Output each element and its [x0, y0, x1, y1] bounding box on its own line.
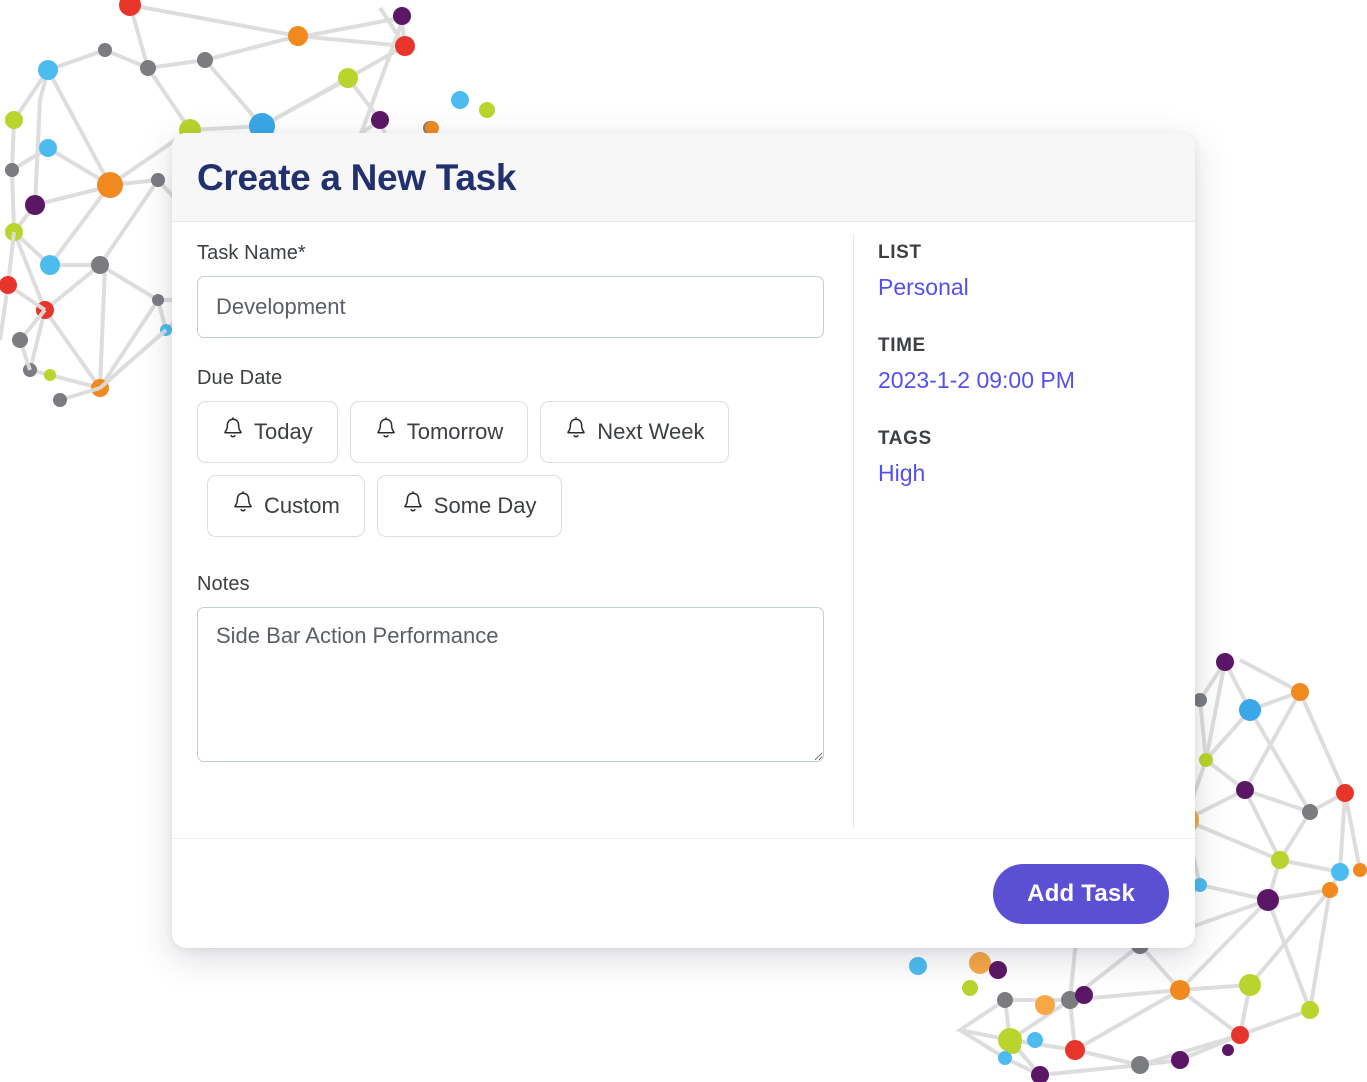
task-name-label: Task Name*: [197, 242, 306, 264]
dialog-footer: Add Task: [172, 838, 1195, 948]
due-date-options-row-2: Custom Some Day: [197, 475, 823, 537]
due-date-tomorrow-button[interactable]: Tomorrow: [349, 401, 529, 463]
mesh-loose-dots: [909, 952, 1093, 1054]
list-label: LIST: [878, 242, 922, 263]
bell-icon: [232, 491, 254, 521]
bell-icon: [565, 417, 587, 447]
due-date-next-week-label: Next Week: [597, 419, 705, 444]
due-date-tomorrow-label: Tomorrow: [406, 419, 504, 444]
due-date-custom-label: Custom: [264, 493, 340, 518]
due-date-today-label: Today: [254, 419, 313, 444]
dialog-header: Create a New Task: [172, 133, 1195, 222]
due-date-some-day-label: Some Day: [433, 493, 537, 518]
due-date-today-button[interactable]: Today: [197, 401, 338, 463]
tags-label: TAGS: [878, 428, 932, 449]
mesh-lines-left-lower: [0, 231, 168, 402]
due-date-next-week-button[interactable]: Next Week: [540, 401, 730, 463]
mesh-node: [0, 276, 17, 294]
page-title: Create a New Task: [197, 156, 517, 198]
task-meta-panel: LIST Personal TIME 2023-1-2 09:00 PM TAG…: [854, 222, 1195, 838]
due-date-some-day-button[interactable]: Some Day: [376, 475, 562, 537]
due-date-label: Due Date: [197, 367, 283, 389]
list-value[interactable]: Personal: [878, 274, 1195, 301]
dialog-body: Task Name* Due Date Today: [172, 222, 1195, 838]
tags-value[interactable]: High: [878, 460, 1195, 487]
notes-textarea[interactable]: [197, 607, 824, 762]
mesh-node: [12, 332, 28, 348]
time-label: TIME: [878, 335, 926, 356]
due-date-custom-button[interactable]: Custom: [207, 475, 365, 537]
due-date-options-row-1: Today Tomorrow Next Week: [197, 401, 823, 463]
create-task-dialog: Create a New Task Task Name* Due Date: [172, 133, 1195, 948]
bell-icon: [402, 491, 424, 521]
mesh-node: [53, 393, 67, 407]
bell-icon: [222, 417, 244, 447]
notes-label: Notes: [197, 573, 250, 595]
task-form: Task Name* Due Date Today: [172, 222, 853, 838]
add-task-button[interactable]: Add Task: [993, 863, 1169, 924]
task-name-input[interactable]: [197, 276, 824, 338]
bell-icon: [375, 417, 397, 447]
time-value[interactable]: 2023-1-2 09:00 PM: [878, 367, 1195, 394]
